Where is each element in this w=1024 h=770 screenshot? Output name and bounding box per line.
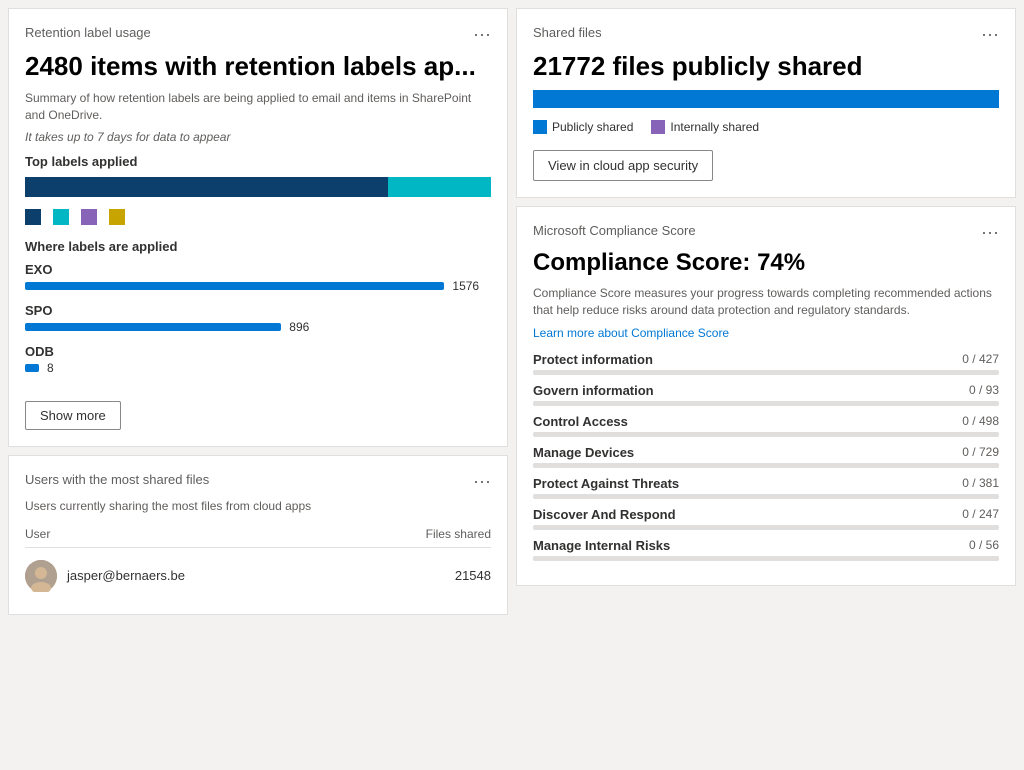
- internal-risks-label: Manage Internal Risks: [533, 538, 670, 553]
- control-access-bar: [533, 432, 999, 437]
- manage-devices-bar: [533, 463, 999, 468]
- compliance-row-manage-devices: Manage Devices 0 / 729: [533, 445, 999, 468]
- files-count: 21548: [455, 568, 491, 583]
- retention-sub-text: Summary of how retention labels are bein…: [25, 90, 491, 124]
- users-shared-files-card: Users with the most shared files ··· Use…: [8, 455, 508, 615]
- users-card-title: Users with the most shared files: [25, 472, 209, 487]
- compliance-row-protect-threats: Protect Against Threats 0 / 381: [533, 476, 999, 499]
- retention-warning: It takes up to 7 days for data to appear: [25, 130, 491, 144]
- compliance-description: Compliance Score measures your progress …: [533, 285, 999, 319]
- exo-bar: [25, 282, 444, 290]
- legend-dot-purple: [651, 120, 665, 134]
- where-labels-section: Where labels are applied: [25, 239, 491, 254]
- control-access-label: Control Access: [533, 414, 628, 429]
- legend-dot-blue: [533, 120, 547, 134]
- legend-label-public: Publicly shared: [552, 120, 633, 134]
- govern-info-score: 0 / 93: [969, 383, 999, 397]
- swatch-purple: [81, 209, 97, 225]
- legend-internally-shared: Internally shared: [651, 120, 759, 134]
- users-sub-text: Users currently sharing the most files f…: [25, 498, 491, 515]
- exo-label: EXO: [25, 262, 491, 277]
- label-row-odb: ODB 8: [25, 344, 491, 375]
- bar-segment-1: [25, 177, 388, 197]
- shared-files-bar: [533, 90, 999, 108]
- legend-publicly-shared: Publicly shared: [533, 120, 633, 134]
- retention-label-card: Retention label usage ··· 2480 items wit…: [8, 8, 508, 447]
- protect-threats-score: 0 / 381: [962, 476, 999, 490]
- swatch-yellow: [109, 209, 125, 225]
- protect-info-score: 0 / 427: [962, 352, 999, 366]
- label-row-exo: EXO 1576: [25, 262, 491, 293]
- shared-files-number: 21772 files publicly shared: [533, 51, 999, 82]
- bar-segment-2: [388, 177, 491, 197]
- compliance-score-label: Compliance Score: 74%: [533, 249, 999, 277]
- compliance-row-govern-info: Govern information 0 / 93: [533, 383, 999, 406]
- manage-devices-score: 0 / 729: [962, 445, 999, 459]
- view-cloud-app-security-button[interactable]: View in cloud app security: [533, 150, 713, 181]
- user-info: jasper@bernaers.be: [25, 560, 185, 592]
- avatar: [25, 560, 57, 592]
- spo-label: SPO: [25, 303, 491, 318]
- learn-more-link[interactable]: Learn more about Compliance Score: [533, 326, 729, 340]
- odb-label: ODB: [25, 344, 491, 359]
- protect-info-label: Protect information: [533, 352, 653, 367]
- internal-risks-score: 0 / 56: [969, 538, 999, 552]
- protect-info-bar: [533, 370, 999, 375]
- show-more-button[interactable]: Show more: [25, 401, 121, 430]
- swatch-teal: [53, 209, 69, 225]
- spo-bar: [25, 323, 281, 331]
- col-user: User: [25, 527, 50, 541]
- internal-risks-bar: [533, 556, 999, 561]
- col-files: Files shared: [426, 527, 491, 541]
- shared-files-card: Shared files ··· 21772 files publicly sh…: [516, 8, 1016, 198]
- protect-threats-bar: [533, 494, 999, 499]
- retention-card-menu[interactable]: ···: [473, 25, 491, 43]
- shared-files-menu[interactable]: ···: [981, 25, 999, 43]
- odb-bar: [25, 364, 39, 372]
- protect-threats-label: Protect Against Threats: [533, 476, 679, 491]
- discover-respond-score: 0 / 247: [962, 507, 999, 521]
- spo-value: 896: [289, 320, 309, 334]
- discover-respond-bar: [533, 525, 999, 530]
- compliance-score-card: Microsoft Compliance Score ··· Complianc…: [516, 206, 1016, 586]
- top-labels-section: Top labels applied: [25, 154, 491, 169]
- discover-respond-label: Discover And Respond: [533, 507, 676, 522]
- shared-files-title: Shared files: [533, 25, 602, 40]
- odb-value: 8: [47, 361, 54, 375]
- users-card-menu[interactable]: ···: [473, 472, 491, 490]
- legend-label-internal: Internally shared: [670, 120, 759, 134]
- swatch-blue: [25, 209, 41, 225]
- compliance-card-title: Microsoft Compliance Score: [533, 223, 696, 238]
- govern-info-label: Govern information: [533, 383, 654, 398]
- manage-devices-label: Manage Devices: [533, 445, 634, 460]
- color-swatches: [25, 209, 491, 225]
- compliance-row-internal-risks: Manage Internal Risks 0 / 56: [533, 538, 999, 561]
- compliance-row-protect-info: Protect information 0 / 427: [533, 352, 999, 375]
- exo-value: 1576: [452, 279, 479, 293]
- table-row: jasper@bernaers.be 21548: [25, 554, 491, 598]
- compliance-card-menu[interactable]: ···: [981, 223, 999, 241]
- govern-info-bar: [533, 401, 999, 406]
- compliance-row-control-access: Control Access 0 / 498: [533, 414, 999, 437]
- user-email: jasper@bernaers.be: [67, 568, 185, 583]
- retention-big-number: 2480 items with retention labels ap...: [25, 51, 491, 82]
- label-row-spo: SPO 896: [25, 303, 491, 334]
- compliance-row-discover-respond: Discover And Respond 0 / 247: [533, 507, 999, 530]
- shared-files-legend: Publicly shared Internally shared: [533, 120, 999, 134]
- top-labels-bar: [25, 177, 491, 197]
- retention-card-title: Retention label usage: [25, 25, 151, 40]
- control-access-score: 0 / 498: [962, 414, 999, 428]
- table-header: User Files shared: [25, 521, 491, 548]
